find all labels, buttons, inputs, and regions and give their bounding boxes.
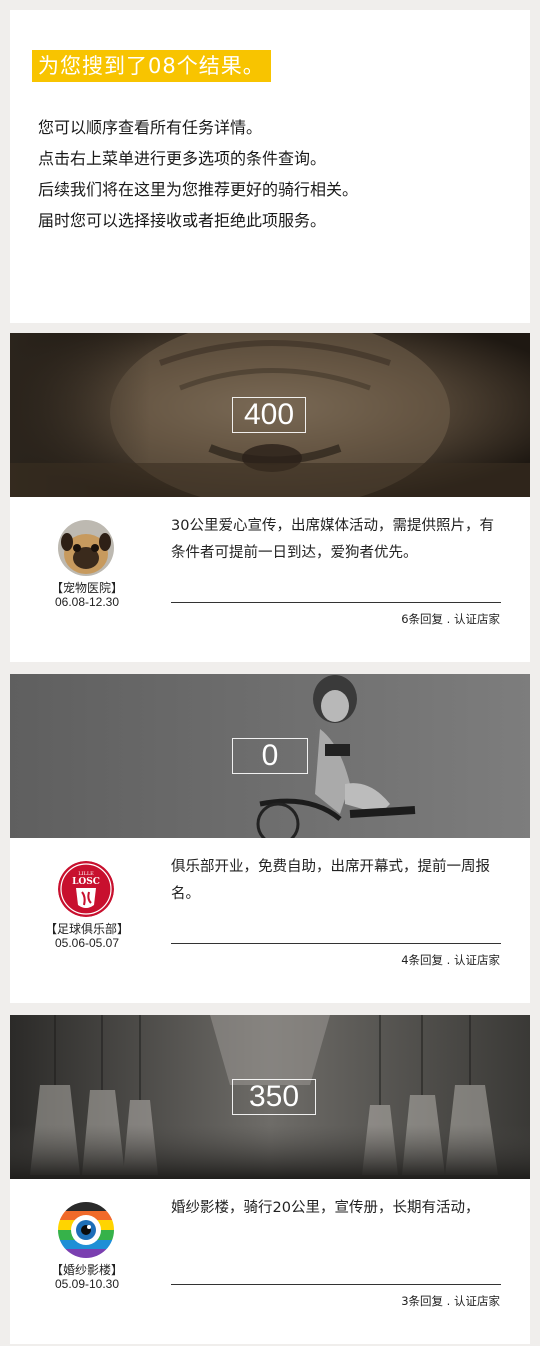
task-card-wedding-studio[interactable]: 350 【婚纱影楼】 05.09-10.30 婚纱影楼，骑行20公里，宣传册，长…: [10, 1015, 530, 1344]
task-card-football-club[interactable]: 0 LILLE LOSC 【足球俱乐部】 05.06-05.07 俱乐部开业，免…: [10, 674, 530, 1003]
reply-meta[interactable]: 4条回复 . 认证店家: [401, 952, 500, 968]
task-description: 30公里爱心宣传，出席媒体活动，需提供照片，有条件者可提前一日到达，爱狗者优先。: [171, 518, 494, 561]
intro-line: 点击右上菜单进行更多选项的条件查询。: [38, 149, 327, 168]
shop-name: 【足球俱乐部】: [44, 922, 129, 936]
intro-line: 您可以顺序查看所有任务详情。: [38, 118, 263, 137]
task-description: 俱乐部开业，免费自助，出席开幕式，提前一周报名。: [171, 859, 490, 902]
divider: [171, 943, 501, 944]
task-card-pet-hospital[interactable]: 400 【宠物医院】 06.08-12.30 30公里爱心宣传，出席媒体活动，需…: [10, 333, 530, 662]
shop-date-range: 06.08-12.30: [54, 595, 120, 609]
studio-logo[interactable]: [58, 1202, 114, 1258]
shop-date-range: 05.06-05.07: [54, 936, 120, 950]
intro-line: 后续我们将在这里为您推荐更好的骑行相关。: [38, 180, 359, 199]
club-logo-text: LOSC: [72, 877, 100, 887]
count-badge: 400: [232, 397, 306, 433]
divider: [171, 602, 501, 603]
intro-text: 您可以顺序查看所有任务详情。 点击右上菜单进行更多选项的条件查询。 后续我们将在…: [38, 112, 358, 236]
shop-name: 【宠物医院】: [50, 581, 123, 595]
reply-meta[interactable]: 3条回复 . 认证店家: [401, 1293, 500, 1309]
result-count-title: 为您搜到了08个结果。: [32, 50, 271, 82]
count-badge: 0: [232, 738, 308, 774]
shop-avatar[interactable]: [58, 520, 114, 576]
club-logo[interactable]: LILLE LOSC: [58, 861, 114, 917]
intro-line: 届时您可以选择接收或者拒绝此项服务。: [38, 211, 327, 230]
shop-date-range: 05.09-10.30: [54, 1277, 120, 1291]
reply-meta[interactable]: 6条回复 . 认证店家: [401, 611, 500, 627]
divider: [171, 1284, 501, 1285]
count-badge: 350: [232, 1079, 316, 1115]
intro-panel: 为您搜到了08个结果。 您可以顺序查看所有任务详情。 点击右上菜单进行更多选项的…: [10, 10, 530, 323]
task-description: 婚纱影楼，骑行20公里，宣传册，长期有活动，: [171, 1200, 480, 1216]
shop-name: 【婚纱影楼】: [50, 1263, 123, 1277]
